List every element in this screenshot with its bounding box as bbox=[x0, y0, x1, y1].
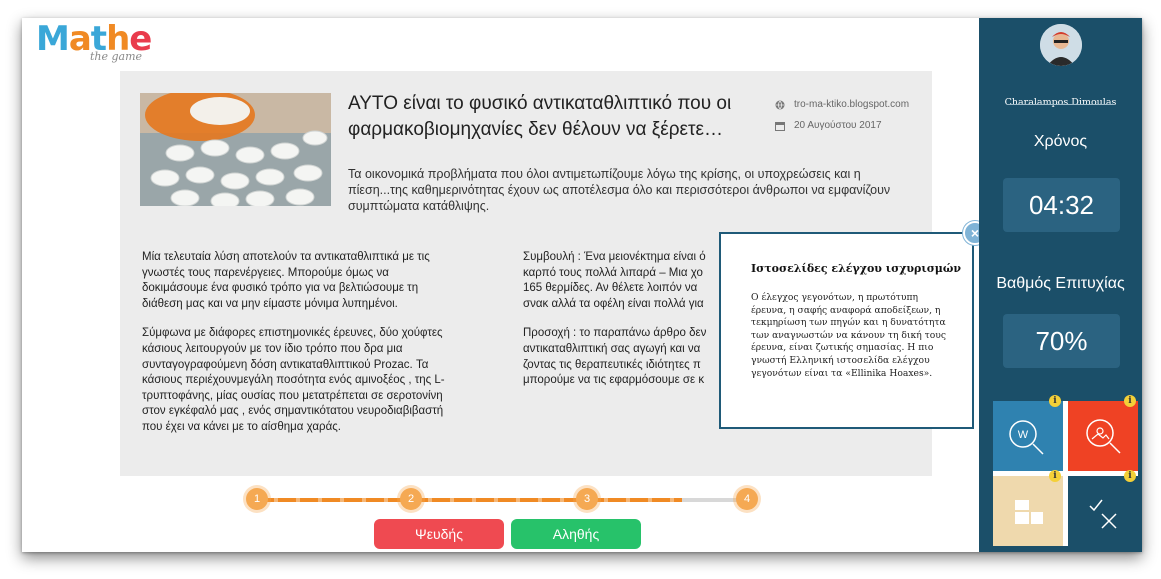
popup-title: Ιστοσελίδες ελέγχου ισχυρισμών bbox=[751, 262, 961, 275]
article-paragraph: Σύμφωνα με διάφορες επιστημονικές έρευνε… bbox=[142, 327, 445, 433]
web-search-icon: W bbox=[1009, 420, 1044, 455]
article-title: ΑΥΤΟ είναι το φυσικό αντικαταθλιπτικό πο… bbox=[348, 93, 732, 140]
web-search-tile[interactable]: W i bbox=[993, 395, 1063, 471]
info-badge[interactable]: i bbox=[1049, 470, 1061, 482]
article-paragraph: Προσοχή : το παραπάνω άρθρο δεν αντικατα… bbox=[523, 327, 707, 387]
image-search-icon bbox=[1086, 419, 1121, 454]
sidebar: Charalampos Dimoulas Χρόνος 04:32 Βαθμός… bbox=[979, 18, 1142, 552]
fact-check-popup: Ιστοσελίδες ελέγχου ισχυρισμών Ο έλεγχος… bbox=[719, 232, 974, 429]
calendar-icon bbox=[775, 121, 785, 131]
article-source: tro-ma-ktiko.blogspot.com bbox=[775, 99, 909, 110]
article-image bbox=[140, 93, 331, 206]
document-icon bbox=[1015, 500, 1043, 524]
verdict-tile[interactable]: i bbox=[1068, 470, 1138, 546]
article-paragraph: Μία τελευταία λύση αποτελούν τα αντικατα… bbox=[142, 251, 430, 310]
info-badge[interactable]: i bbox=[1124, 395, 1136, 407]
game-window: Mathe the game ΑΥΤΟ είναι το φυσικό αντι… bbox=[22, 18, 1142, 552]
time-label: Χρόνος bbox=[1033, 133, 1088, 150]
article-source-text: tro-ma-ktiko.blogspot.com bbox=[794, 99, 910, 110]
divider bbox=[1007, 104, 1114, 105]
article-lead: Τα οικονομικά προβλήματα που όλοι αντιμε… bbox=[348, 167, 891, 213]
image-search-tile[interactable]: i bbox=[1068, 395, 1138, 471]
logo-subtitle: the game bbox=[90, 50, 143, 63]
user-name: Charalampos Dimoulas bbox=[1004, 97, 1117, 108]
article-date: 20 Αυγούστου 2017 bbox=[775, 120, 882, 131]
score-display: 70% bbox=[1003, 314, 1120, 368]
tools-grid: W i i i i bbox=[993, 395, 1138, 546]
article-paragraph: Συμβουλή : Ένα μειονέκτημα είναι ό καρπό… bbox=[523, 251, 706, 310]
progress-bar bbox=[256, 498, 746, 502]
article-column-2: Συμβουλή : Ένα μειονέκτημα είναι ό καρπό… bbox=[523, 250, 723, 403]
timer-display: 04:32 bbox=[1003, 178, 1120, 232]
article-date-text: 20 Αυγούστου 2017 bbox=[794, 120, 882, 131]
check-cross-icon bbox=[1089, 499, 1117, 529]
info-badge[interactable]: i bbox=[1049, 395, 1061, 407]
progress-step-4: 4 bbox=[736, 488, 758, 510]
globe-icon bbox=[775, 100, 785, 110]
info-badge[interactable]: i bbox=[1124, 470, 1136, 482]
false-button[interactable]: Ψευδής bbox=[374, 519, 504, 549]
svg-text:W: W bbox=[1018, 429, 1029, 441]
article-column-1: Μία τελευταία λύση αποτελούν τα αντικατα… bbox=[142, 250, 454, 450]
true-button[interactable]: Αληθής bbox=[511, 519, 641, 549]
popup-body: Ο έλεγχος γεγονότων, η πρωτότυπη έρευνα,… bbox=[751, 292, 947, 379]
mathe-logo: Mathe the game bbox=[36, 22, 152, 63]
avatar[interactable] bbox=[1040, 24, 1082, 66]
progress-step-3: 3 bbox=[576, 488, 598, 510]
score-label: Βαθμός Επιτυχίας bbox=[996, 275, 1125, 292]
progress-step-2: 2 bbox=[400, 488, 422, 510]
document-tile[interactable]: i bbox=[993, 470, 1063, 546]
progress-step-1: 1 bbox=[246, 488, 268, 510]
